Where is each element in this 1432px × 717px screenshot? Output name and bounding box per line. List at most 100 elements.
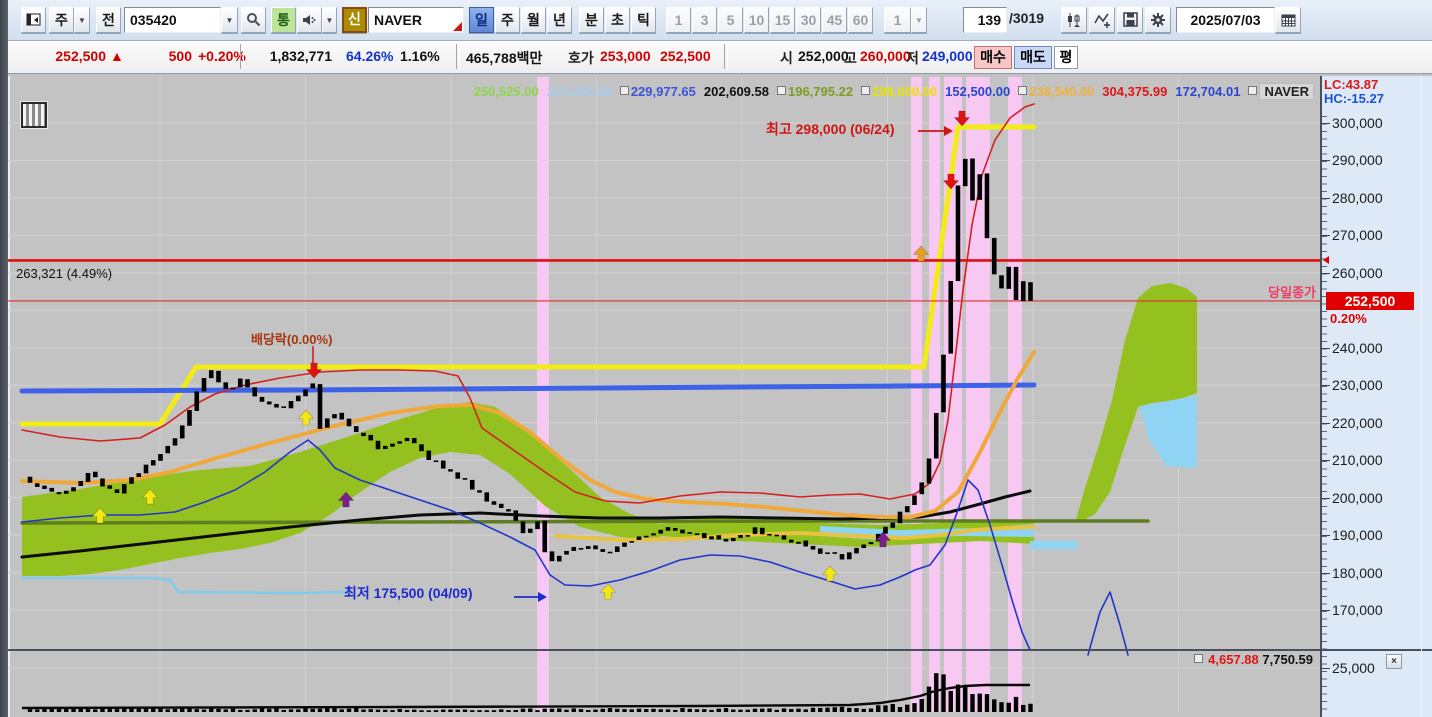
- minute-interval-button-15[interactable]: 15: [770, 7, 795, 33]
- divider: [724, 44, 728, 69]
- calendar-button[interactable]: [1275, 7, 1301, 33]
- open-price: 252,000: [798, 48, 849, 64]
- minute-dropdown[interactable]: ▼: [911, 7, 927, 33]
- volume-axis-label: 25,000: [1322, 660, 1375, 676]
- turnover-rate: 1.16%: [400, 48, 440, 64]
- week-period-button[interactable]: 주: [49, 7, 74, 33]
- candlestick-chart-canvas[interactable]: [8, 76, 1320, 717]
- axis-label: 290,000: [1322, 152, 1383, 169]
- period-button-3[interactable]: 월: [521, 7, 546, 33]
- legend-item: 238,540.00: [1018, 84, 1094, 99]
- legend-item: 202,609.58: [703, 84, 769, 99]
- avg-button[interactable]: 평: [1054, 46, 1078, 69]
- axis-label: 210,000: [1322, 452, 1383, 469]
- sell-button[interactable]: 매도: [1014, 46, 1052, 69]
- legend-item: NAVER: [1248, 83, 1314, 100]
- volume-value: 1,832,771: [269, 48, 332, 64]
- bar-count-input[interactable]: 139: [963, 7, 1007, 33]
- minute-interval-button-30[interactable]: 30: [796, 7, 821, 33]
- bar-total-label: /3019: [1009, 10, 1045, 26]
- legend-box-icon: [776, 86, 786, 95]
- axis-label: 220,000: [1322, 414, 1383, 431]
- axis-label: 300,000: [1322, 115, 1383, 131]
- volume-ma-value: 4,657.88: [1208, 652, 1259, 667]
- period-button-1[interactable]: 일: [469, 7, 494, 33]
- axis-label: 180,000: [1322, 564, 1383, 581]
- save-button[interactable]: [1117, 7, 1143, 33]
- ask-price: 253,000: [600, 48, 651, 64]
- stock-code-input[interactable]: 035420: [124, 7, 221, 33]
- change-direction-icon: ▲: [110, 48, 124, 64]
- panel-separator: [1322, 649, 1432, 651]
- divider: [240, 44, 244, 69]
- sound-dropdown[interactable]: ▼: [322, 7, 337, 33]
- period-button-5[interactable]: 분: [579, 7, 604, 33]
- current-price: 252,500: [55, 48, 106, 64]
- window-toggle-button[interactable]: [21, 7, 46, 33]
- stock-name-field[interactable]: NAVER: [368, 7, 464, 33]
- minute-interval-button-3[interactable]: 3: [692, 7, 717, 33]
- stock-search-button[interactable]: [241, 7, 266, 33]
- prev-stock-button[interactable]: 전: [96, 7, 121, 33]
- chart-grid-button[interactable]: [21, 102, 47, 128]
- line-style-button[interactable]: [1089, 7, 1115, 33]
- minute-interval-button-60[interactable]: 60: [848, 7, 873, 33]
- legend-box-icon: [861, 86, 871, 95]
- volume-panel-close-button[interactable]: ×: [1386, 654, 1402, 669]
- period-button-4[interactable]: 년: [547, 7, 572, 33]
- annotation-period-high: 최고 298,000 (06/24): [766, 121, 895, 137]
- legend-box-icon: [1193, 654, 1203, 663]
- lc-indicator-value: LC:43.87: [1324, 77, 1379, 92]
- open-label: 시: [780, 50, 793, 66]
- legend-item: 229,977.65: [619, 84, 696, 99]
- chart-toolbar: 주 ▼ 전 035420 ▼ 통 ▼ 신 NAVER 일주월년분초틱 1 3 5 10…: [8, 0, 1432, 41]
- minute-current-button[interactable]: 1: [884, 7, 911, 33]
- stock-code-dropdown[interactable]: ▼: [221, 7, 238, 33]
- current-change-percent: 0.20%: [1330, 310, 1367, 326]
- high-label: 고: [844, 50, 857, 66]
- axis-label: 200,000: [1322, 489, 1383, 506]
- date-input[interactable]: 2025/07/03: [1176, 7, 1275, 33]
- bid-price: 252,500: [660, 48, 711, 64]
- hc-indicator-value: HC:-15.27: [1324, 91, 1384, 106]
- minute-interval-button-5[interactable]: 5: [718, 7, 743, 33]
- axis-label: 190,000: [1322, 527, 1383, 544]
- period-button-7[interactable]: 틱: [631, 7, 656, 33]
- buy-button[interactable]: 매수: [974, 46, 1012, 69]
- legend-item: 225,250.00: [546, 84, 612, 99]
- resize-corner-icon: [453, 22, 462, 31]
- legend-item: 196,795.22: [776, 84, 853, 99]
- hoga-label: 호가: [568, 50, 594, 66]
- high-price: 260,000: [860, 48, 911, 64]
- current-price-axis-badge: 252,500: [1326, 291, 1414, 310]
- week-dropdown-button[interactable]: ▼: [74, 7, 90, 33]
- sound-button[interactable]: [297, 7, 322, 33]
- change-amount: 500: [168, 48, 192, 64]
- legend-item: 304,375.99: [1102, 84, 1168, 99]
- minute-interval-button-45[interactable]: 45: [822, 7, 847, 33]
- settings-gear-button[interactable]: [1145, 7, 1171, 33]
- minute-interval-button-1[interactable]: 1: [666, 7, 691, 33]
- legend-item: 298,000.00: [861, 84, 937, 99]
- minute-interval-button-10[interactable]: 10: [744, 7, 769, 33]
- legend-item: 172,704.01: [1175, 84, 1241, 99]
- annotation-resistance-value: 263,321 (4.49%): [16, 266, 113, 281]
- trade-amount: 465,788백만: [466, 50, 543, 66]
- period-button-2[interactable]: 주: [495, 7, 520, 33]
- resistance-axis-marker: [1323, 256, 1329, 265]
- candle-style-button[interactable]: [1061, 7, 1087, 33]
- axis-inner-border: [1421, 76, 1422, 717]
- annotation-ex-dividend: 배당락(0.00%): [251, 332, 333, 347]
- change-percent: +0.20%: [198, 48, 246, 64]
- axis-label: 280,000: [1322, 189, 1383, 206]
- tong-mode-button[interactable]: 통: [271, 7, 296, 33]
- axis-minor-ticks: [1322, 116, 1327, 712]
- axis-label: 240,000: [1322, 339, 1383, 356]
- trading-app-window: { "colors": { "up": "#d01717", "down": "…: [0, 0, 1432, 717]
- price-axis-panel[interactable]: LC:43.87 HC:-15.27 300,000 290,000 280,000…: [1320, 76, 1432, 717]
- axis-label: 260,000: [1322, 264, 1383, 281]
- annotation-period-low: 최저 175,500 (04/09): [344, 585, 473, 601]
- low-label: 저: [906, 50, 919, 66]
- shin-flag-badge: 신: [342, 7, 367, 33]
- period-button-6[interactable]: 초: [605, 7, 630, 33]
